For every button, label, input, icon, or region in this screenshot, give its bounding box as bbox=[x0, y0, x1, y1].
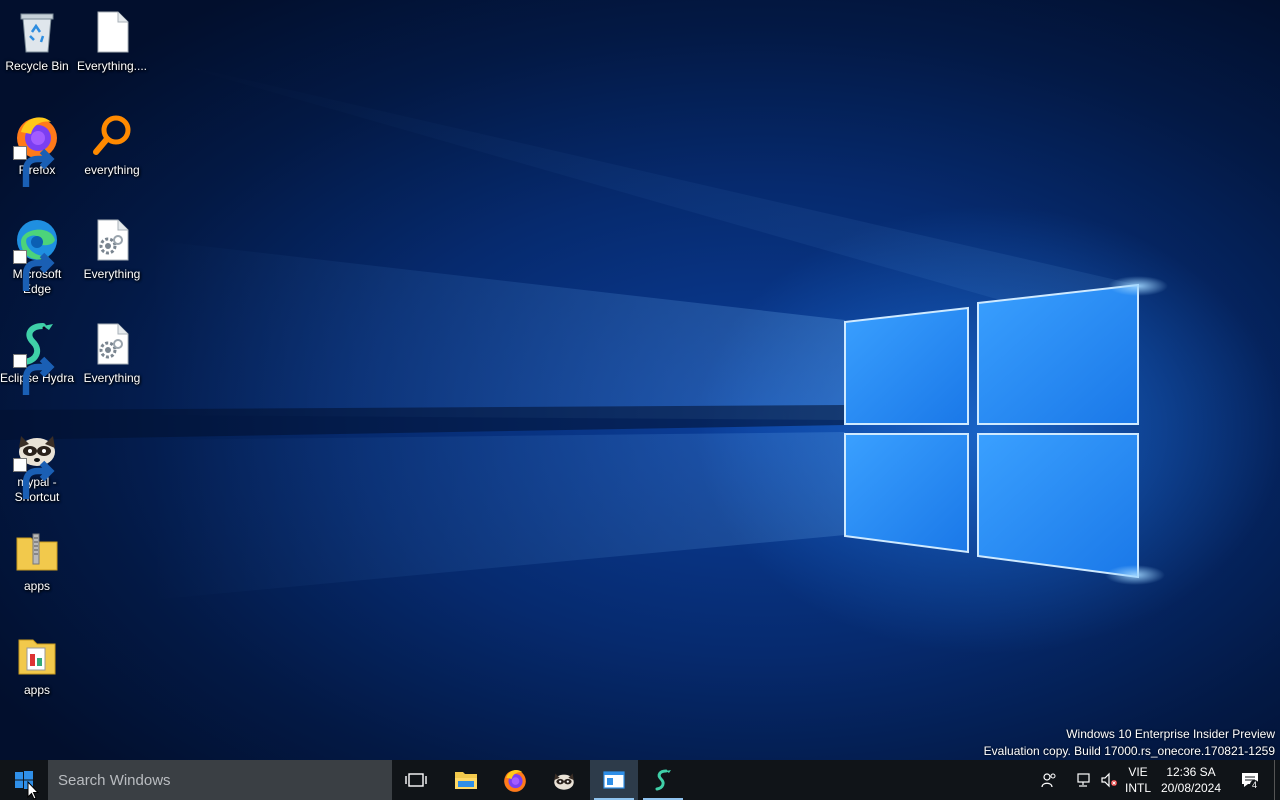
desktop-icon-label: Everything.... bbox=[76, 59, 148, 73]
desktop-icon-label: Recycle Bin bbox=[5, 59, 69, 73]
desktop-icon-eclipse-hydra[interactable]: Eclipse Hydra bbox=[0, 320, 75, 395]
task-view-icon bbox=[405, 773, 427, 787]
archive-folder-icon bbox=[13, 632, 61, 680]
network-icon bbox=[1077, 773, 1090, 787]
desktop-icon-apps-archive[interactable]: apps bbox=[0, 632, 75, 698]
shortcut-arrow-icon bbox=[13, 458, 55, 499]
keyboard-layout: INTL bbox=[1124, 781, 1151, 795]
clock-date: 20/08/2024 bbox=[1160, 781, 1222, 795]
desktop-icon-firefox[interactable]: Firefox bbox=[0, 112, 75, 187]
language-code: VIE bbox=[1128, 765, 1148, 779]
people-icon bbox=[1041, 773, 1056, 788]
shortcut-arrow-icon bbox=[13, 250, 55, 291]
task-view-button[interactable] bbox=[392, 760, 440, 800]
watermark-line-1: Windows 10 Enterprise Insider Preview bbox=[1066, 727, 1275, 741]
folder-icon bbox=[455, 772, 477, 789]
window-app-icon bbox=[603, 771, 625, 789]
recycle-bin-icon bbox=[13, 8, 61, 56]
input-language-indicator[interactable]: VIE INTL bbox=[1122, 764, 1154, 796]
firefox-icon bbox=[504, 769, 526, 792]
desktop-icon-everything-settings-1[interactable]: Everything bbox=[74, 216, 150, 282]
shortcut-arrow-icon bbox=[13, 146, 55, 187]
taskbar: VIE INTL 12:36 SA 20/08/2024 4 bbox=[0, 760, 1280, 800]
taskbar-firefox[interactable] bbox=[491, 760, 539, 800]
desktop-icon-everything-settings-2[interactable]: Everything bbox=[74, 320, 150, 386]
network-button[interactable] bbox=[1074, 760, 1096, 800]
wallpaper bbox=[0, 60, 1168, 600]
settings-document-icon bbox=[88, 320, 136, 368]
edge-icon bbox=[13, 216, 61, 291]
eclipse-hydra-icon bbox=[655, 769, 671, 791]
desktop-icon-mypal[interactable]: mypal - Shortcut bbox=[0, 424, 75, 505]
desktop-icon-edge[interactable]: Microsoft Edge bbox=[0, 216, 75, 297]
desktop[interactable]: Recycle Bin Everything.... Firefox every… bbox=[0, 0, 1280, 760]
desktop-icon-label: everything bbox=[84, 163, 140, 177]
mouse-cursor-icon bbox=[27, 781, 39, 800]
desktop-icon-recycle-bin[interactable]: Recycle Bin bbox=[0, 8, 75, 74]
desktop-icon-label: apps bbox=[23, 579, 51, 593]
watermark-line-2: Evaluation copy. Build 17000.rs_onecore.… bbox=[983, 744, 1275, 758]
search-box[interactable] bbox=[48, 760, 392, 800]
shortcut-arrow-icon bbox=[13, 354, 55, 395]
notification-count-badge: 4 bbox=[1250, 780, 1260, 791]
desktop-icon-label: apps bbox=[23, 683, 51, 697]
taskbar-file-explorer[interactable] bbox=[442, 760, 490, 800]
zip-folder-icon bbox=[13, 528, 61, 576]
taskbar-mypal[interactable] bbox=[540, 760, 588, 800]
clock-time: 12:36 SA bbox=[1166, 765, 1216, 779]
firefox-icon bbox=[13, 112, 61, 187]
blank-document-icon bbox=[88, 8, 136, 56]
desktop-icon-label: Everything bbox=[83, 371, 141, 385]
clock[interactable]: 12:36 SA 20/08/2024 bbox=[1158, 764, 1224, 796]
search-input[interactable] bbox=[56, 770, 380, 790]
action-center-button[interactable]: 4 bbox=[1232, 760, 1268, 800]
mypal-raccoon-icon bbox=[554, 773, 574, 790]
taskbar-active-window[interactable] bbox=[590, 760, 638, 800]
people-button[interactable] bbox=[1038, 760, 1060, 800]
show-desktop-button[interactable] bbox=[1274, 760, 1280, 800]
volume-muted-icon bbox=[1101, 772, 1117, 788]
start-button[interactable] bbox=[0, 760, 48, 800]
desktop-icon-apps-zip[interactable]: apps bbox=[0, 528, 75, 594]
windows-build-watermark: Windows 10 Enterprise Insider Preview Ev… bbox=[984, 726, 1275, 760]
desktop-icon-label: Everything bbox=[83, 267, 141, 281]
mypal-raccoon-icon bbox=[13, 424, 61, 499]
desktop-icon-everything-file[interactable]: Everything.... bbox=[74, 8, 150, 74]
desktop-icon-everything-app[interactable]: everything bbox=[74, 112, 150, 178]
volume-button[interactable] bbox=[1098, 760, 1120, 800]
settings-document-icon bbox=[88, 216, 136, 264]
eclipse-hydra-icon bbox=[13, 320, 61, 395]
taskbar-eclipse-hydra[interactable] bbox=[639, 760, 687, 800]
everything-search-icon bbox=[88, 112, 136, 160]
